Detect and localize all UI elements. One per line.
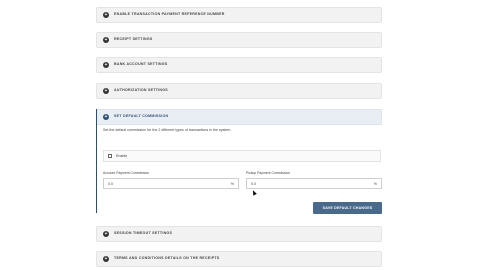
enable-row[interactable]: Enable xyxy=(103,150,381,162)
panel-header-default-commission[interactable]: + SET DEFAULT COMMISSION xyxy=(97,109,382,125)
circle-plus-icon[interactable]: + xyxy=(103,12,109,18)
enable-checkbox[interactable] xyxy=(108,154,112,158)
circle-plus-icon[interactable]: + xyxy=(103,256,109,262)
panel-title: SET DEFAULT COMMISSION xyxy=(114,114,169,118)
panel-session-timeout[interactable]: + SESSION TIMEOUT SETTINGS xyxy=(96,226,382,242)
save-default-changes-button[interactable]: SAVE DEFAULT CHANGES xyxy=(313,202,382,214)
panel-title: BANK ACCOUNT SETTINGS xyxy=(114,62,168,66)
panel-terms-conditions[interactable]: + TERMS AND CONDITIONS DETAILS ON THE RE… xyxy=(96,251,382,267)
commission-description: Set the default commission for the 2 dif… xyxy=(103,128,232,132)
circle-plus-icon[interactable]: + xyxy=(103,114,109,120)
percent-unit: % xyxy=(230,182,234,186)
panel-title: AUTHORIZATION SETTINGS xyxy=(114,88,168,92)
panel-transaction-reference[interactable]: + ENABLE TRANSACTION PAYMENT REFERENCE N… xyxy=(96,7,382,23)
account-commission-field[interactable]: 0.0 % xyxy=(103,178,239,189)
panel-title: SESSION TIMEOUT SETTINGS xyxy=(114,231,173,235)
panel-title: ENABLE TRANSACTION PAYMENT REFERENCE NUM… xyxy=(114,12,225,16)
pickup-commission-field[interactable]: 0.0 % xyxy=(246,178,382,189)
circle-plus-icon[interactable]: + xyxy=(103,37,109,43)
account-commission-value: 0.0 xyxy=(108,182,113,186)
circle-plus-icon[interactable]: + xyxy=(103,231,109,237)
account-commission-label: Account Payment Commission xyxy=(103,171,150,175)
pickup-commission-label: Pickup Payment Commission xyxy=(246,171,291,175)
panel-bank-account-settings[interactable]: + BANK ACCOUNT SETTINGS xyxy=(96,57,382,73)
panel-authorization-settings[interactable]: + AUTHORIZATION SETTINGS xyxy=(96,83,382,99)
panel-title: TERMS AND CONDITIONS DETAILS ON THE RECE… xyxy=(114,256,220,260)
circle-plus-icon[interactable]: + xyxy=(103,88,109,94)
circle-plus-icon[interactable]: + xyxy=(103,62,109,68)
pickup-commission-value: 0.0 xyxy=(251,182,256,186)
percent-unit: % xyxy=(373,182,377,186)
panel-title: RECEIPT SETTINGS xyxy=(114,37,153,41)
enable-label: Enable xyxy=(116,154,128,158)
panel-receipt-settings[interactable]: + RECEIPT SETTINGS xyxy=(96,32,382,48)
